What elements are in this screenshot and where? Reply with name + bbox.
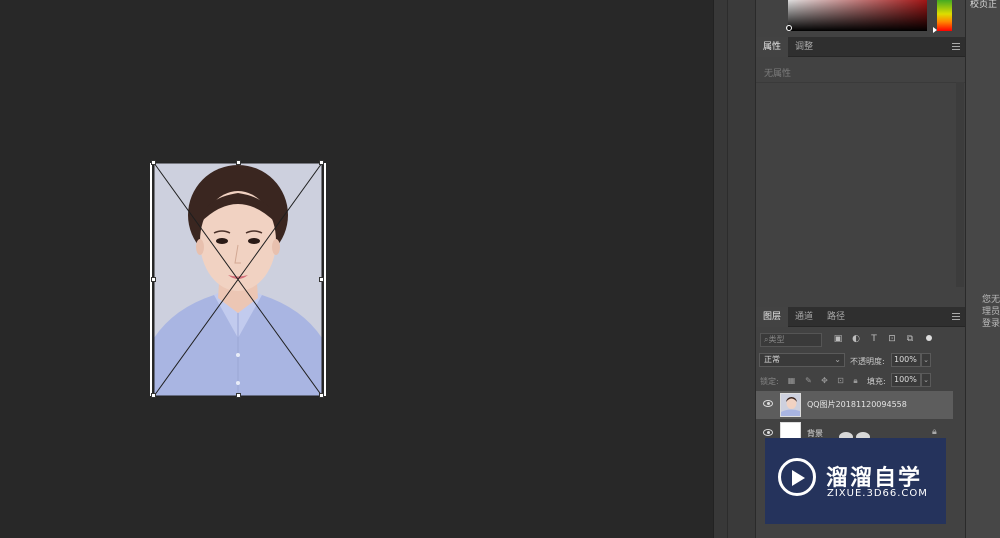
layers-tabbar: 图层 通道 路径 [756, 307, 965, 327]
divider [756, 82, 965, 83]
panel-collapse-strip[interactable] [713, 0, 727, 538]
tab-layers[interactable]: 图层 [756, 307, 789, 327]
transform-diagonals [150, 162, 326, 397]
fill-label: 填充: [867, 377, 886, 386]
smart-object-filter-icon[interactable]: ⧉ [905, 334, 915, 345]
layer-thumbnail-image [781, 394, 800, 416]
hue-slider-marker[interactable] [933, 27, 937, 33]
transform-handle-top-left[interactable] [151, 160, 156, 165]
far-right-top-text: 校页正 [970, 0, 998, 10]
hue-slider[interactable] [937, 0, 952, 31]
far-right-message: 您无理员登录 [982, 295, 1000, 329]
pixel-filter-icon[interactable]: ▣ [833, 334, 843, 345]
shape-filter-icon[interactable]: ⊡ [887, 334, 897, 345]
layer-row[interactable]: QQ图片20181120094558 [756, 391, 953, 419]
lock-label: 锁定: [760, 377, 779, 386]
opacity-field[interactable]: 100% [891, 353, 921, 367]
document-canvas[interactable] [0, 0, 713, 538]
opacity-label: 不透明度: [850, 357, 885, 366]
properties-scrollbar[interactable] [956, 82, 964, 287]
color-picker-field[interactable] [788, 0, 927, 31]
type-filter-icon[interactable]: T [869, 334, 879, 345]
transform-handle-top-right[interactable] [319, 160, 324, 165]
transform-handle-bottom[interactable] [236, 393, 241, 398]
lock-position-icon[interactable]: ✥ [820, 376, 829, 385]
blend-mode-select[interactable]: 正常 ⌄ [759, 353, 845, 367]
adjustment-filter-icon[interactable]: ◐ [851, 334, 861, 345]
menu-icon[interactable] [952, 43, 960, 50]
menu-icon[interactable] [952, 313, 960, 320]
layer-filter-select[interactable]: ⌕类型 [760, 333, 822, 347]
transform-handle-bottom-left[interactable] [151, 393, 156, 398]
transform-handle-left[interactable] [151, 277, 156, 282]
tab-channels[interactable]: 通道 [788, 307, 820, 327]
watermark-logo: 溜溜自学 ZIXUE.3D66.COM [765, 438, 946, 524]
filter-toggle[interactable] [926, 335, 932, 341]
lock-icon[interactable]: 🔒︎ [932, 427, 937, 437]
lock-image-icon[interactable]: ✎ [804, 376, 813, 385]
layer-thumbnail [780, 393, 801, 417]
tab-paths[interactable]: 路径 [820, 307, 852, 327]
lock-all-icon[interactable]: 🔒︎ [851, 376, 860, 385]
tab-adjustments[interactable]: 调整 [788, 37, 820, 57]
lock-artboard-icon[interactable]: ⊡ [836, 376, 845, 385]
far-right-panel: 校页正 您无理员登录 [965, 0, 1000, 538]
layer-name[interactable]: QQ图片20181120094558 [807, 399, 907, 410]
panel-dock-gap [727, 0, 755, 538]
fill-field[interactable]: 100% [891, 373, 921, 387]
fill-dropdown[interactable]: ⌄ [921, 373, 931, 387]
eye-icon[interactable] [763, 400, 773, 407]
tab-properties[interactable]: 属性 [756, 37, 789, 57]
properties-empty-text: 无属性 [764, 69, 792, 79]
blend-mode-value: 正常 [764, 355, 780, 364]
play-triangle-icon [792, 470, 805, 486]
watermark-subtitle: ZIXUE.3D66.COM [827, 488, 928, 499]
lock-transparent-icon[interactable]: ▦ [787, 376, 796, 385]
transform-handle-right[interactable] [319, 277, 324, 282]
transform-handle-bottom-right[interactable] [319, 393, 324, 398]
transform-handle-top[interactable] [236, 160, 241, 165]
color-picker-marker[interactable] [786, 25, 792, 31]
properties-tabbar: 属性 调整 [756, 37, 965, 57]
eye-icon[interactable] [763, 429, 773, 436]
opacity-dropdown[interactable]: ⌄ [921, 353, 931, 367]
chevron-down-icon: ⌄ [834, 355, 841, 364]
transform-bounding-box[interactable] [150, 160, 326, 398]
filter-type-label: 类型 [768, 335, 785, 344]
